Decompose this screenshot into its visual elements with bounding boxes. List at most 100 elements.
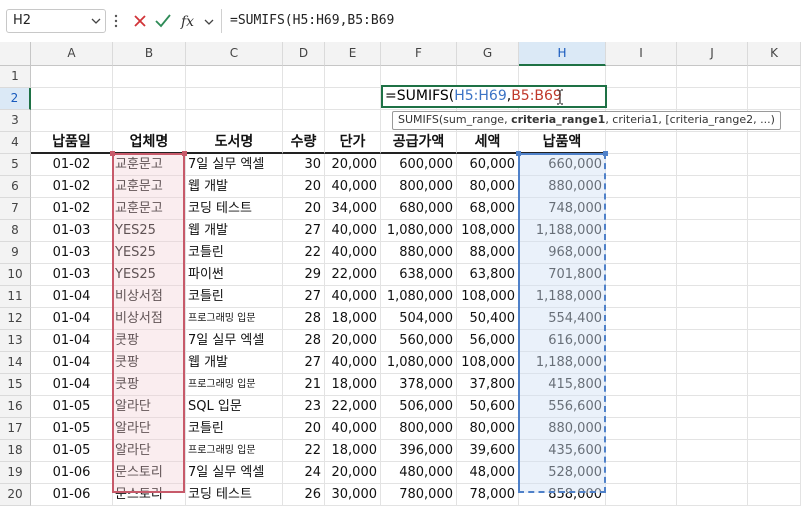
cell[interactable] bbox=[748, 462, 801, 484]
table-cell[interactable]: 1,188,000 bbox=[519, 352, 606, 374]
cell[interactable] bbox=[677, 418, 748, 440]
name-box[interactable]: H2 bbox=[6, 9, 106, 33]
table-cell[interactable]: 880,000 bbox=[519, 418, 606, 440]
table-header-cell[interactable]: 업체명 bbox=[113, 132, 186, 154]
table-cell[interactable]: 34,000 bbox=[325, 198, 381, 220]
cell[interactable] bbox=[186, 66, 283, 88]
table-cell[interactable]: YES25 bbox=[113, 220, 186, 242]
table-cell[interactable]: 20,000 bbox=[325, 330, 381, 352]
table-cell[interactable]: 쿳팡 bbox=[113, 330, 186, 352]
cell[interactable] bbox=[606, 286, 677, 308]
table-cell[interactable]: 쿳팡 bbox=[113, 352, 186, 374]
table-cell[interactable]: 7일 실무 엑셀 bbox=[186, 330, 283, 352]
table-header-cell[interactable]: 납품액 bbox=[519, 132, 606, 154]
column-header-b[interactable]: B bbox=[113, 42, 186, 66]
table-cell[interactable]: 코틀린 bbox=[186, 242, 283, 264]
cell[interactable] bbox=[283, 66, 325, 88]
column-header-a[interactable]: A bbox=[31, 42, 113, 66]
cell[interactable] bbox=[606, 418, 677, 440]
table-cell[interactable]: 7일 실무 엑셀 bbox=[186, 154, 283, 176]
cell[interactable] bbox=[677, 352, 748, 374]
table-cell[interactable]: 1,080,000 bbox=[381, 352, 457, 374]
table-cell[interactable]: 01-03 bbox=[31, 264, 113, 286]
table-cell[interactable]: 01-06 bbox=[31, 484, 113, 506]
cell[interactable] bbox=[677, 286, 748, 308]
cell[interactable] bbox=[606, 462, 677, 484]
cell[interactable] bbox=[677, 88, 748, 110]
table-cell[interactable]: 알라단 bbox=[113, 396, 186, 418]
table-cell[interactable]: 68,000 bbox=[457, 198, 519, 220]
cell[interactable] bbox=[748, 330, 801, 352]
cell[interactable] bbox=[31, 88, 113, 110]
row-header-10[interactable]: 10 bbox=[0, 264, 31, 286]
table-cell[interactable]: 01-04 bbox=[31, 330, 113, 352]
table-cell[interactable]: 20 bbox=[283, 198, 325, 220]
cell[interactable] bbox=[748, 286, 801, 308]
column-header-i[interactable]: I bbox=[606, 42, 677, 66]
table-cell[interactable]: 01-02 bbox=[31, 176, 113, 198]
table-cell[interactable]: 1,188,000 bbox=[519, 286, 606, 308]
table-cell[interactable]: 24 bbox=[283, 462, 325, 484]
table-cell[interactable]: 60,000 bbox=[457, 154, 519, 176]
table-header-cell[interactable]: 도서명 bbox=[186, 132, 283, 154]
cell[interactable] bbox=[748, 66, 801, 88]
cell[interactable] bbox=[113, 66, 186, 88]
table-cell[interactable]: 40,000 bbox=[325, 220, 381, 242]
table-cell[interactable]: 프로그래밍 입문 bbox=[186, 440, 283, 462]
table-cell[interactable]: 교훈문고 bbox=[113, 154, 186, 176]
table-cell[interactable]: 01-05 bbox=[31, 418, 113, 440]
table-cell[interactable]: 18,000 bbox=[325, 308, 381, 330]
table-cell[interactable]: 01-04 bbox=[31, 374, 113, 396]
row-header-11[interactable]: 11 bbox=[0, 286, 31, 308]
table-cell[interactable]: 01-03 bbox=[31, 220, 113, 242]
range-handle[interactable] bbox=[516, 151, 521, 156]
cell[interactable] bbox=[606, 220, 677, 242]
row-header-4[interactable]: 4 bbox=[0, 132, 31, 154]
table-cell[interactable]: 교훈문고 bbox=[113, 176, 186, 198]
table-cell[interactable]: 코딩 테스트 bbox=[186, 198, 283, 220]
enter-check-icon[interactable] bbox=[155, 13, 171, 28]
table-cell[interactable]: 01-04 bbox=[31, 352, 113, 374]
cancel-icon[interactable] bbox=[133, 14, 147, 28]
active-cell-editor[interactable]: =SUMIFS(H5:H69,B5:B69 bbox=[381, 85, 607, 108]
formula-input[interactable]: =SUMIFS(H5:H69,B5:B69 bbox=[221, 9, 796, 33]
row-header-13[interactable]: 13 bbox=[0, 330, 31, 352]
table-cell[interactable]: 20 bbox=[283, 176, 325, 198]
table-cell[interactable]: 504,000 bbox=[381, 308, 457, 330]
table-header-cell[interactable]: 세액 bbox=[457, 132, 519, 154]
cell[interactable] bbox=[677, 330, 748, 352]
table-cell[interactable]: 비상서점 bbox=[113, 286, 186, 308]
table-cell[interactable]: 알라단 bbox=[113, 440, 186, 462]
cell[interactable] bbox=[606, 176, 677, 198]
cell[interactable] bbox=[677, 440, 748, 462]
cell[interactable] bbox=[606, 66, 677, 88]
table-cell[interactable]: 01-02 bbox=[31, 154, 113, 176]
table-cell[interactable]: 20,000 bbox=[325, 154, 381, 176]
cell[interactable] bbox=[677, 66, 748, 88]
cell[interactable] bbox=[748, 418, 801, 440]
range-handle[interactable] bbox=[603, 151, 608, 156]
table-cell[interactable]: 40,000 bbox=[325, 176, 381, 198]
table-cell[interactable]: 80,000 bbox=[457, 418, 519, 440]
table-cell[interactable]: 프로그래밍 입문 bbox=[186, 308, 283, 330]
cell[interactable] bbox=[283, 110, 325, 132]
cell[interactable] bbox=[748, 88, 801, 110]
range-handle[interactable] bbox=[182, 151, 187, 156]
column-header-c[interactable]: C bbox=[186, 42, 283, 66]
table-cell[interactable]: 27 bbox=[283, 220, 325, 242]
table-cell[interactable]: 968,000 bbox=[519, 242, 606, 264]
select-all-corner[interactable] bbox=[0, 42, 31, 66]
table-cell[interactable]: 코틀린 bbox=[186, 286, 283, 308]
row-header-19[interactable]: 19 bbox=[0, 462, 31, 484]
row-header-14[interactable]: 14 bbox=[0, 352, 31, 374]
chevron-down-icon[interactable] bbox=[204, 18, 214, 26]
table-cell[interactable]: 415,800 bbox=[519, 374, 606, 396]
table-cell[interactable]: 30 bbox=[283, 154, 325, 176]
cell[interactable] bbox=[606, 154, 677, 176]
row-header-17[interactable]: 17 bbox=[0, 418, 31, 440]
chevron-down-icon[interactable] bbox=[91, 17, 101, 25]
cell[interactable] bbox=[606, 198, 677, 220]
cell[interactable] bbox=[748, 308, 801, 330]
cell[interactable] bbox=[677, 242, 748, 264]
table-cell[interactable]: 29 bbox=[283, 264, 325, 286]
